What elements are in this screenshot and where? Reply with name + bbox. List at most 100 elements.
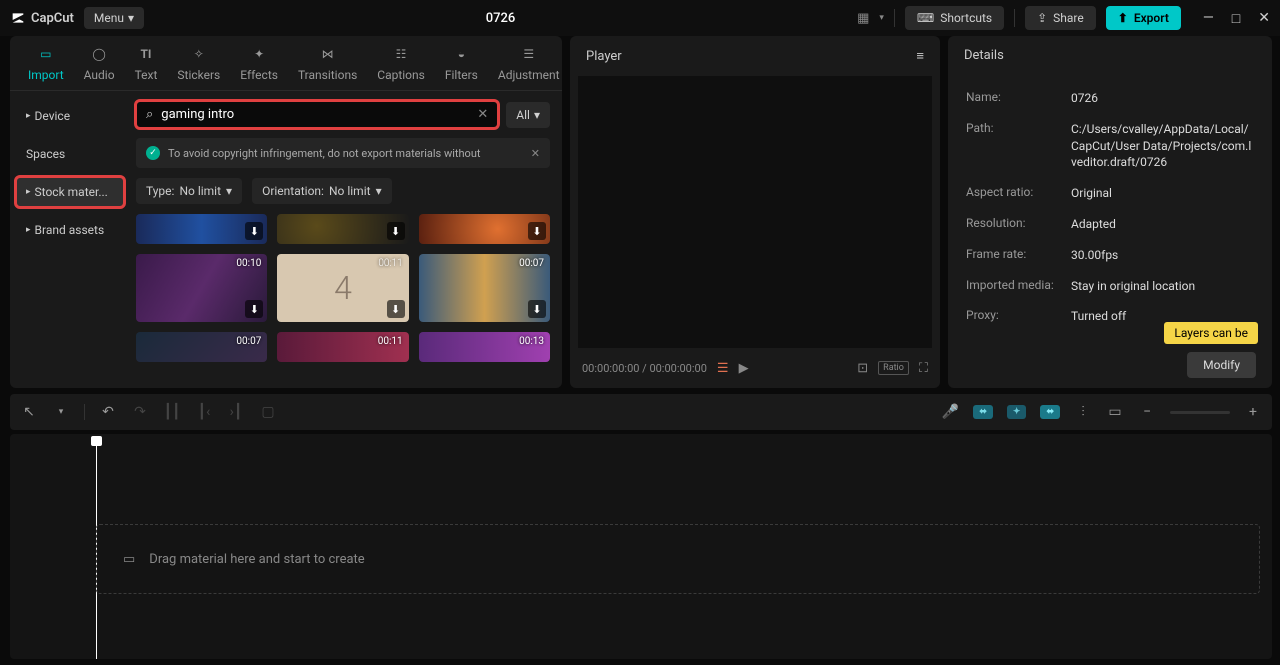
snap-toggle[interactable]: ⬌ (973, 405, 993, 419)
menu-button[interactable]: Menu ▾ (84, 7, 144, 29)
ratio-button[interactable]: Ratio (878, 361, 909, 375)
tab-adjustment[interactable]: ☰Adjustment (488, 36, 570, 90)
close-notice-button[interactable]: ✕ (531, 147, 540, 160)
filter-all-button[interactable]: All ▾ (506, 102, 550, 128)
notice-text: To avoid copyright infringement, do not … (168, 147, 481, 160)
fullscreen-icon[interactable]: ⛶ (919, 361, 928, 376)
tab-captions[interactable]: ☷Captions (367, 36, 435, 90)
download-icon[interactable]: ⬇ (528, 222, 546, 240)
trim-right-tool[interactable]: ›┃ (227, 404, 245, 420)
tab-audio[interactable]: ◯Audio (74, 36, 125, 90)
media-tabs: ▭Import ◯Audio TIText ✧Stickers ✦Effects… (10, 36, 562, 91)
export-button[interactable]: ⬆ Export (1106, 6, 1181, 30)
tab-filters[interactable]: ◒Filters (435, 36, 488, 90)
download-icon[interactable]: ⬇ (245, 300, 263, 318)
link-toggle[interactable]: ⬌ (1040, 405, 1060, 419)
close-button[interactable]: ✕ (1258, 10, 1270, 27)
trim-left-tool[interactable]: ┃‹ (195, 404, 213, 420)
duration-label: 00:13 (519, 336, 544, 347)
chevron-down-icon: ▾ (376, 184, 382, 198)
film-icon: ▭ (123, 552, 135, 567)
stock-thumbnail[interactable]: 00:13 (419, 332, 550, 362)
orientation-filter[interactable]: Orientation: No limit ▾ (252, 178, 392, 204)
stock-thumbnail[interactable]: ⬇ (419, 214, 550, 244)
clear-search-button[interactable]: ✕ (477, 107, 488, 122)
preview-tool[interactable]: ▭ (1106, 404, 1124, 420)
detail-row-resolution: Resolution:Adapted (966, 209, 1254, 240)
media-content: ⌕ ✕ All ▾ ✓ To avoid copyright infringem… (130, 91, 562, 388)
pointer-tool[interactable]: ↖ (20, 404, 38, 420)
download-icon[interactable]: ⬇ (528, 300, 546, 318)
mic-icon[interactable]: 🎤 (941, 404, 959, 420)
stock-thumbnail[interactable]: 00:07 (136, 332, 267, 362)
download-icon[interactable]: ⬇ (387, 300, 405, 318)
chevron-down-icon[interactable]: ▾ (52, 407, 70, 417)
timeline-toolbar: ↖ ▾ ↶ ↷ ┃┃ ┃‹ ›┃ ▢ 🎤 ⬌ ✦ ⬌ ⫶ ▭ − + (10, 394, 1272, 430)
crop-icon[interactable]: ⊡ (857, 361, 868, 376)
stock-thumbnail[interactable]: 00:11 (277, 332, 408, 362)
download-icon[interactable]: ⬇ (245, 222, 263, 240)
stock-thumbnail[interactable]: ⬇ (277, 214, 408, 244)
tab-effects[interactable]: ✦Effects (230, 36, 288, 90)
timeline-toolbar-right: 🎤 ⬌ ✦ ⬌ ⫶ ▭ − + (941, 404, 1262, 420)
zoom-out-button[interactable]: − (1138, 404, 1156, 420)
sidebar-item-device[interactable]: ▸Device (16, 101, 124, 131)
modify-button[interactable]: Modify (1187, 352, 1256, 378)
download-icon[interactable]: ⬇ (387, 222, 405, 240)
project-title: 0726 (154, 11, 847, 26)
import-icon: ▭ (36, 44, 56, 64)
stock-thumbnail[interactable]: 00:07 ⬇ (419, 254, 550, 322)
stock-thumbnail[interactable]: 00:10 ⬇ (136, 254, 267, 322)
stock-thumbnail[interactable]: ⬇ (136, 214, 267, 244)
align-tool[interactable]: ⫶ (1074, 404, 1092, 420)
timeline-drop-zone[interactable]: ▭ Drag material here and start to create (96, 524, 1260, 594)
layout-icon[interactable]: ▦ (857, 11, 869, 26)
player-controls: 00:00:00:00 / 00:00:00:00 ☰ ▶ ⊡ Ratio ⛶ (570, 348, 940, 388)
main-row: ▭Import ◯Audio TIText ✧Stickers ✦Effects… (0, 36, 1280, 388)
titlebar: CapCut Menu ▾ 0726 ▦ ▾ ⌨ Shortcuts ⇪ Sha… (0, 0, 1280, 36)
timeline[interactable]: ▭ Drag material here and start to create (10, 434, 1272, 659)
delete-tool[interactable]: ▢ (259, 404, 277, 420)
search-input[interactable] (161, 107, 469, 122)
audio-icon: ◯ (89, 44, 109, 64)
search-row: ⌕ ✕ All ▾ (136, 101, 550, 128)
export-icon: ⬆ (1118, 11, 1128, 25)
stock-thumbnail[interactable]: 400:11⬇ (277, 254, 408, 322)
chevron-down-icon[interactable]: ▾ (879, 13, 884, 23)
sidebar-item-spaces[interactable]: Spaces (16, 139, 124, 169)
search-box[interactable]: ⌕ ✕ (136, 101, 498, 128)
tab-text[interactable]: TIText (125, 36, 168, 90)
details-title: Details (964, 48, 1004, 63)
titlebar-actions: ▦ ▾ ⌨ Shortcuts ⇪ Share ⬆ Export — □ ✕ (857, 6, 1270, 30)
captions-icon: ☷ (391, 44, 411, 64)
details-panel: Details Name:0726 Path:C:/Users/cvalley/… (948, 36, 1272, 388)
undo-button[interactable]: ↶ (99, 404, 117, 420)
minimize-button[interactable]: — (1203, 10, 1214, 27)
duration-label: 00:11 (378, 258, 402, 269)
player-canvas[interactable] (578, 76, 932, 348)
caret-icon: ▸ (26, 187, 31, 197)
stickers-icon: ✧ (189, 44, 209, 64)
tab-transitions[interactable]: ⋈Transitions (288, 36, 367, 90)
magnet-toggle[interactable]: ✦ (1007, 405, 1027, 419)
list-icon[interactable]: ☰ (717, 361, 729, 376)
check-icon: ✓ (146, 146, 160, 160)
tab-import[interactable]: ▭Import (18, 36, 74, 90)
zoom-in-button[interactable]: + (1244, 404, 1262, 420)
zoom-slider[interactable] (1170, 411, 1230, 414)
maximize-button[interactable]: □ (1232, 10, 1240, 27)
copyright-notice: ✓ To avoid copyright infringement, do no… (136, 138, 550, 168)
separator (1014, 9, 1015, 27)
sidebar-item-stock[interactable]: ▸Stock mater... (16, 177, 124, 207)
hamburger-icon[interactable]: ≡ (916, 48, 924, 64)
tab-stickers[interactable]: ✧Stickers (167, 36, 230, 90)
play-button[interactable]: ▶ (739, 361, 749, 376)
shortcuts-button[interactable]: ⌨ Shortcuts (905, 6, 1004, 30)
share-button[interactable]: ⇪ Share (1025, 6, 1096, 30)
duration-label: 00:10 (236, 258, 261, 269)
redo-button[interactable]: ↷ (131, 404, 149, 420)
type-filter[interactable]: Type: No limit ▾ (136, 178, 242, 204)
sidebar-item-brand[interactable]: ▸Brand assets (16, 215, 124, 245)
split-tool[interactable]: ┃┃ (163, 404, 181, 420)
duration-label: 00:07 (519, 258, 544, 269)
